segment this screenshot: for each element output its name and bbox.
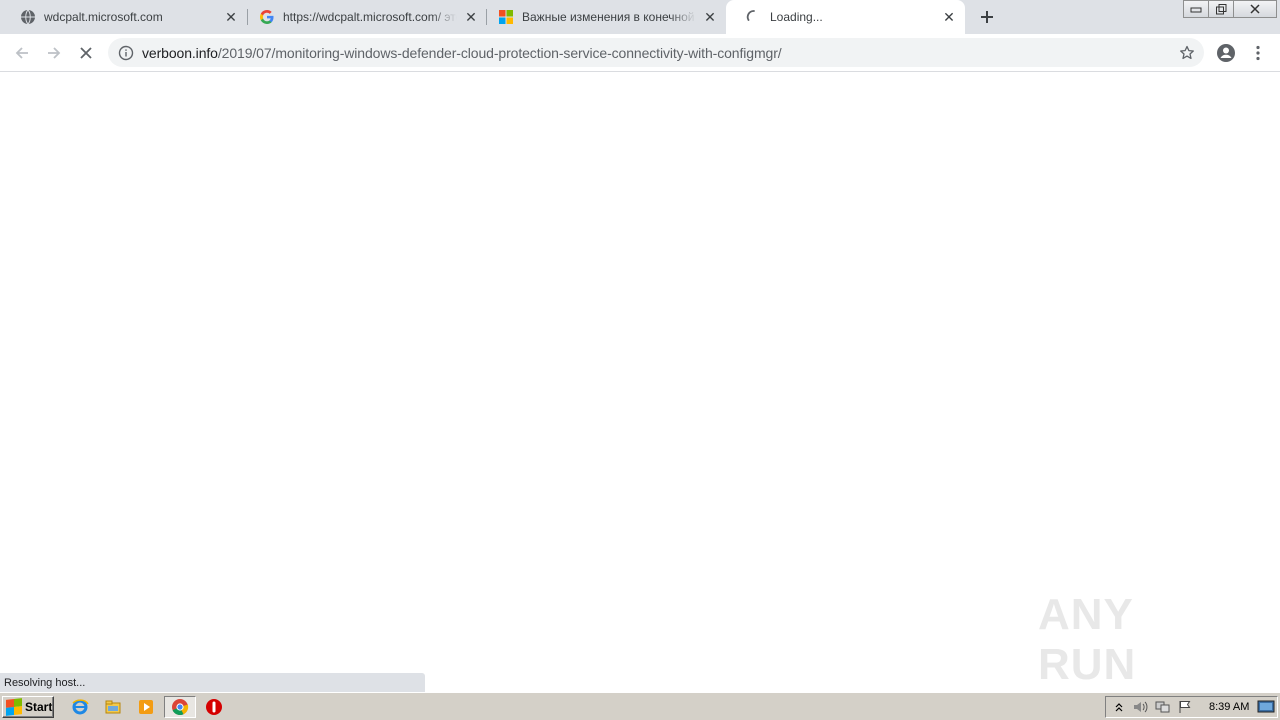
stop-icon xyxy=(80,47,92,59)
new-tab-button[interactable] xyxy=(975,5,999,29)
google-g-icon xyxy=(259,9,275,25)
close-icon xyxy=(1250,4,1260,14)
start-button[interactable]: Start xyxy=(2,696,54,718)
start-label: Start xyxy=(25,700,53,714)
windows-flag-icon xyxy=(6,698,22,716)
volume-icon[interactable] xyxy=(1132,698,1150,716)
tab-wdcpalt[interactable]: wdcpalt.microsoft.com ✕ xyxy=(0,0,247,34)
tab-google-search[interactable]: https://wdcpalt.microsoft.com/ это – По … xyxy=(239,0,487,34)
status-text: Resolving host... xyxy=(4,676,86,689)
minimize-button[interactable] xyxy=(1183,0,1209,18)
kebab-menu-icon xyxy=(1256,45,1260,61)
tab-close-icon[interactable]: ✕ xyxy=(702,9,718,25)
info-icon[interactable] xyxy=(118,45,134,61)
tab-microsoft-docs[interactable]: Важные изменения в конечной точ ✕ xyxy=(478,0,726,34)
tab-close-icon[interactable]: ✕ xyxy=(223,9,239,25)
taskbar: Start 8:39 AM xyxy=(0,692,1280,720)
plus-icon xyxy=(981,11,993,23)
tab-close-icon[interactable]: ✕ xyxy=(941,9,957,25)
profile-button[interactable] xyxy=(1214,41,1238,65)
tab-loading[interactable]: Loading... ✕ xyxy=(726,0,965,34)
chrome-icon xyxy=(172,699,189,716)
system-tray: 8:39 AM xyxy=(1105,696,1278,718)
back-button[interactable] xyxy=(10,41,34,65)
microsoft-logo-icon xyxy=(498,9,514,25)
account-circle-icon xyxy=(1217,44,1235,62)
tab-title: Важные изменения в конечной точ xyxy=(522,10,696,24)
globe-icon xyxy=(20,9,36,25)
tab-title: Loading... xyxy=(770,10,823,24)
browser-toolbar: verboon.info/2019/07/monitoring-windows-… xyxy=(0,34,1280,72)
spinner-icon xyxy=(746,9,762,25)
restore-button[interactable] xyxy=(1208,0,1234,18)
file-explorer-icon[interactable] xyxy=(103,697,123,717)
stop-loading-button[interactable] xyxy=(74,41,98,65)
url-text[interactable]: verboon.info/2019/07/monitoring-windows-… xyxy=(142,45,782,61)
window-close-button[interactable] xyxy=(1233,0,1277,18)
restore-icon xyxy=(1216,4,1227,15)
menu-button[interactable] xyxy=(1246,41,1270,65)
show-desktop-icon[interactable] xyxy=(1257,699,1275,715)
show-hidden-icons-icon[interactable] xyxy=(1110,698,1128,716)
bookmark-star-icon[interactable] xyxy=(1178,44,1196,62)
url-host: verboon.info xyxy=(142,44,218,61)
opera-stop-icon[interactable] xyxy=(204,697,224,717)
anyrun-watermark: ANY RUN xyxy=(1038,590,1238,689)
url-path: /2019/07/monitoring-windows-defender-clo… xyxy=(217,44,782,61)
tab-close-icon[interactable]: ✕ xyxy=(463,9,479,25)
forward-button[interactable] xyxy=(42,41,66,65)
media-player-icon[interactable] xyxy=(136,697,156,717)
chrome-taskbar-button[interactable] xyxy=(164,696,196,718)
arrow-left-icon xyxy=(15,47,28,59)
network-icon[interactable] xyxy=(1154,698,1172,716)
arrow-right-icon xyxy=(48,47,61,59)
watermark-text: ANY RUN xyxy=(1038,590,1137,689)
tab-strip: wdcpalt.microsoft.com ✕ https://wdcpalt.… xyxy=(0,0,1280,34)
minimize-icon xyxy=(1190,7,1202,13)
clock[interactable]: 8:39 AM xyxy=(1209,701,1249,713)
internet-explorer-icon[interactable] xyxy=(70,697,90,717)
action-center-flag-icon[interactable] xyxy=(1176,698,1194,716)
status-bubble: Resolving host... xyxy=(0,673,425,692)
address-bar[interactable]: verboon.info/2019/07/monitoring-windows-… xyxy=(108,38,1204,67)
tab-title: https://wdcpalt.microsoft.com/ это – По xyxy=(283,10,457,24)
tab-title: wdcpalt.microsoft.com xyxy=(44,10,163,24)
